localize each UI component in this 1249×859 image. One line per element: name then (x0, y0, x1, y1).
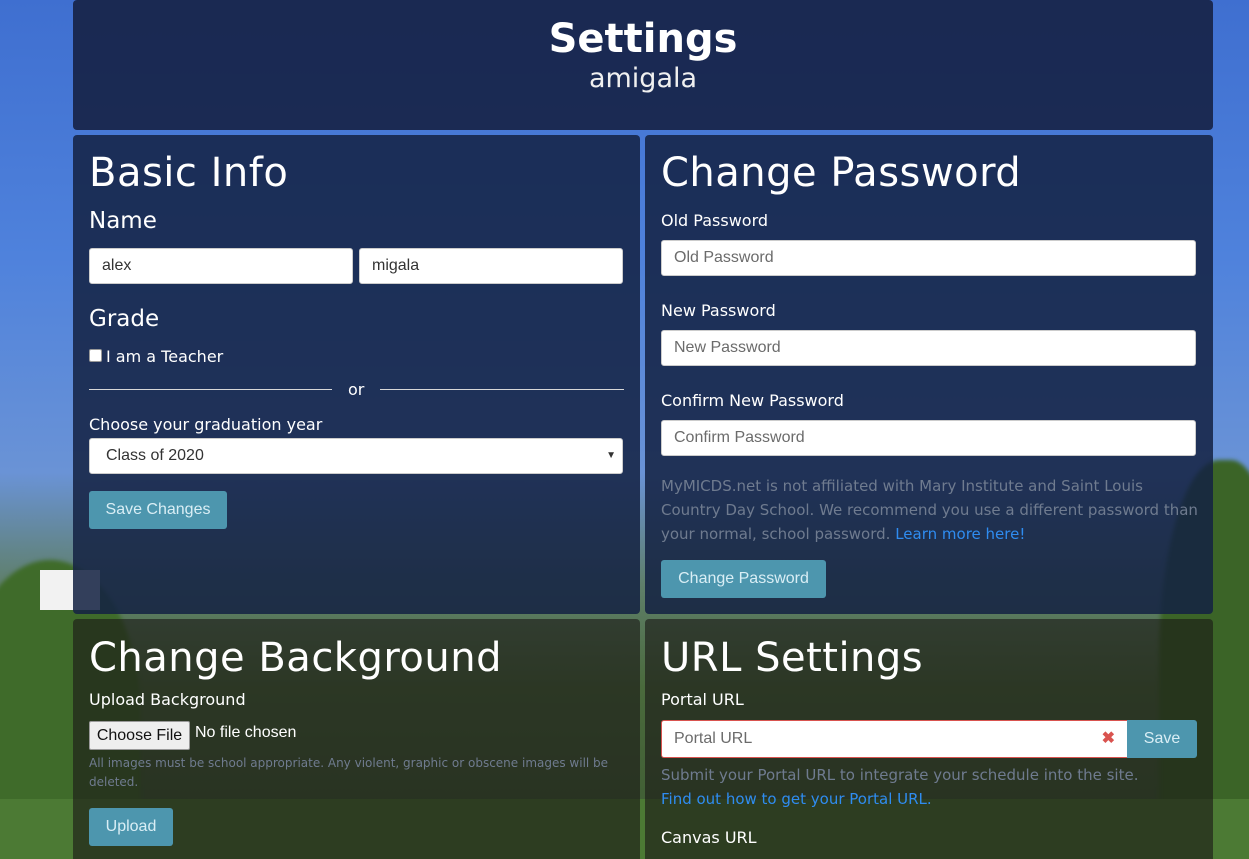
change-background-panel: Change Background Upload Background Choo… (73, 619, 640, 859)
settings-header: Settings amigala (73, 0, 1213, 130)
portal-url-save-button[interactable]: Save (1127, 720, 1197, 758)
or-separator: or (348, 380, 365, 399)
first-name-field[interactable]: alex (89, 248, 353, 284)
old-password-label: Old Password (661, 211, 769, 230)
old-password-field[interactable]: Old Password (661, 240, 1196, 276)
divider-right (380, 389, 624, 390)
grad-year-selected: Class of 2020 (106, 447, 204, 464)
password-disclaimer: MyMICDS.net is not affiliated with Mary … (661, 474, 1201, 546)
last-name-field[interactable]: migala (359, 248, 623, 284)
portal-url-field[interactable]: Portal URL ✖ (661, 720, 1127, 758)
page-title: Settings (548, 16, 738, 62)
url-settings-heading: URL Settings (661, 635, 924, 681)
change-password-button[interactable]: Change Password (661, 560, 826, 598)
canvas-url-label: Canvas URL (661, 828, 757, 847)
choose-file-button[interactable]: Choose File (89, 721, 190, 750)
portal-url-placeholder: Portal URL (674, 730, 753, 747)
teacher-checkbox[interactable] (89, 349, 102, 362)
portal-help-link[interactable]: Find out how to get your Portal URL. (661, 787, 1201, 811)
confirm-password-field[interactable]: Confirm Password (661, 420, 1196, 456)
name-label: Name (89, 208, 157, 234)
new-password-field[interactable]: New Password (661, 330, 1196, 366)
learn-more-link[interactable]: Learn more here! (895, 525, 1025, 543)
grad-year-label: Choose your graduation year (89, 415, 323, 434)
url-settings-panel: URL Settings Portal URL Portal URL ✖ Sav… (645, 619, 1213, 859)
basic-info-heading: Basic Info (89, 150, 289, 196)
portal-help: Submit your Portal URL to integrate your… (661, 763, 1201, 811)
username: amigala (588, 63, 698, 94)
divider-left (89, 389, 332, 390)
no-file-chosen-text: No file chosen (195, 724, 297, 741)
grad-year-select[interactable]: Class of 2020 ▼ (89, 438, 623, 474)
change-password-heading: Change Password (661, 150, 1022, 196)
save-changes-button[interactable]: Save Changes (89, 491, 227, 529)
confirm-password-label: Confirm New Password (661, 391, 844, 410)
basic-info-panel: Basic Info Name alex migala Grade I am a… (73, 135, 640, 614)
new-password-label: New Password (661, 301, 776, 320)
change-password-panel: Change Password Old Password Old Passwor… (645, 135, 1213, 614)
upload-button[interactable]: Upload (89, 808, 173, 846)
dropdown-arrow-icon: ▼ (606, 450, 616, 461)
upload-background-label: Upload Background (89, 690, 246, 709)
change-background-heading: Change Background (89, 635, 502, 681)
grade-label: Grade (89, 306, 160, 332)
teacher-checkbox-label: I am a Teacher (106, 347, 224, 366)
upload-note: All images must be school appropriate. A… (89, 756, 609, 789)
portal-url-label: Portal URL (661, 690, 744, 709)
error-clear-icon: ✖ (1101, 730, 1115, 747)
portal-help-text: Submit your Portal URL to integrate your… (661, 766, 1139, 784)
